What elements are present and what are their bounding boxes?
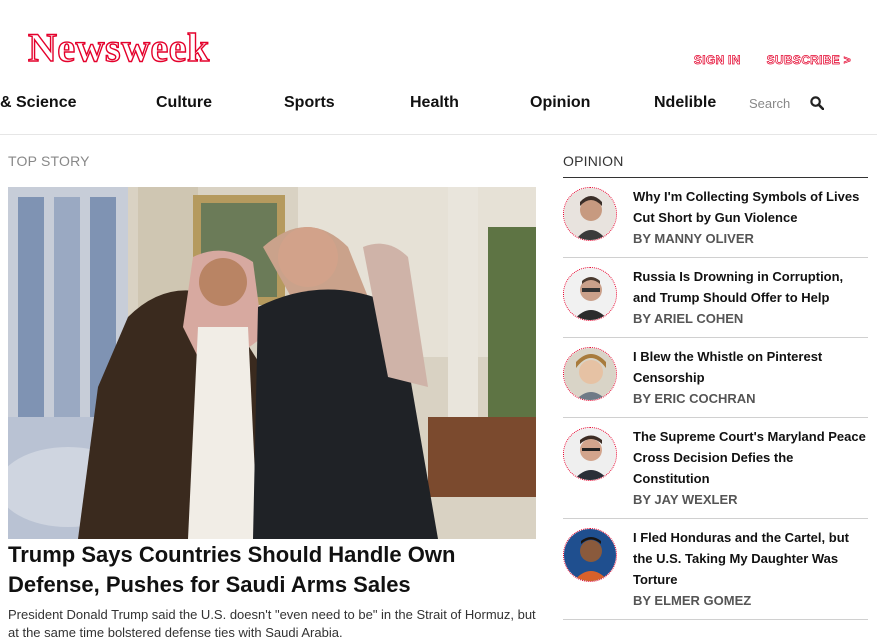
opinion-title[interactable]: The Supreme Court's Maryland Peace Cross… [633,426,868,489]
nav-item-ndelible[interactable]: Ndelible [654,94,716,112]
opinion-title[interactable]: Russia Is Drowning in Corruption, and Tr… [633,266,868,308]
search-input[interactable]: Search [749,96,790,111]
nav-item-culture[interactable]: Culture [156,94,212,112]
opinion-author: BY MANNY OLIVER [633,231,754,246]
nav-item-science[interactable]: & Science [0,94,76,112]
opinion-author: BY ARIEL COHEN [633,311,744,326]
author-avatar [563,267,617,321]
opinion-label[interactable]: OPINION [563,153,624,169]
main-nav: & Science Culture Sports Health Opinion … [0,82,877,135]
author-avatar [563,187,617,241]
top-story-label: TOP STORY [8,153,90,169]
top-story-image[interactable] [8,187,536,539]
opinion-author: BY JAY WEXLER [633,492,738,507]
opinion-title[interactable]: Why I'm Collecting Symbols of Lives Cut … [633,186,868,228]
header-links: SIGN IN SUBSCRIBE > [694,53,852,68]
opinion-item[interactable]: I Fled Honduras and the Cartel, but the … [563,519,868,620]
newsweek-logo[interactable]: Newsweek [27,27,210,68]
opinion-item[interactable]: Why I'm Collecting Symbols of Lives Cut … [563,178,868,258]
opinion-item[interactable]: The Supreme Court's Maryland Peace Cross… [563,418,868,519]
opinion-list: Why I'm Collecting Symbols of Lives Cut … [563,178,868,620]
nav-item-sports[interactable]: Sports [284,94,335,112]
opinion-item[interactable]: Russia Is Drowning in Corruption, and Tr… [563,258,868,338]
top-story-headline[interactable]: Trump Says Countries Should Handle Own D… [8,540,536,600]
opinion-author: BY ELMER GOMEZ [633,593,752,608]
search-icon[interactable] [810,96,824,110]
nav-item-health[interactable]: Health [410,94,459,112]
nav-item-opinion[interactable]: Opinion [530,94,590,112]
top-story-dek: President Donald Trump said the U.S. doe… [8,607,536,640]
author-avatar [563,528,617,582]
opinion-title[interactable]: I Fled Honduras and the Cartel, but the … [633,527,868,590]
author-avatar [563,347,617,401]
opinion-title[interactable]: I Blew the Whistle on Pinterest Censorsh… [633,346,868,388]
sign-in-link[interactable]: SIGN IN [694,53,741,68]
opinion-item[interactable]: I Blew the Whistle on Pinterest Censorsh… [563,338,868,418]
subscribe-link[interactable]: SUBSCRIBE > [766,53,851,68]
opinion-author: BY ERIC COCHRAN [633,391,756,406]
author-avatar [563,427,617,481]
